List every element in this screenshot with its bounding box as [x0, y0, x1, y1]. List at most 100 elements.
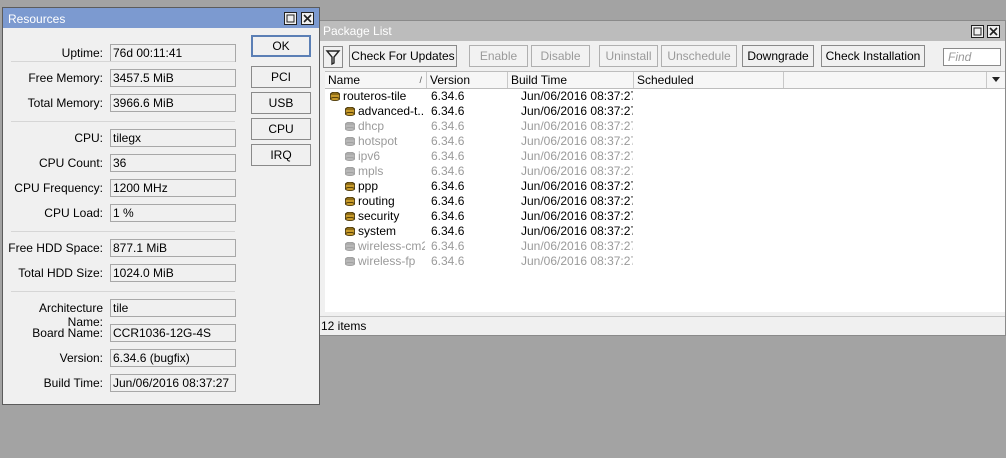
cell-name: wireless-cm2	[345, 239, 425, 254]
field-value[interactable]: 6.34.6 (bugfix)	[110, 349, 236, 367]
table-row[interactable]: system 6.34.6 Jun/06/2016 08:37:27	[325, 224, 1005, 239]
cell-build-time: Jun/06/2016 08:37:27	[521, 209, 633, 223]
close-icon[interactable]	[987, 25, 1000, 38]
cell-version: 6.34.6	[431, 239, 465, 253]
table-row[interactable]: advanced-t... 6.34.6 Jun/06/2016 08:37:27	[325, 104, 1005, 119]
table-row[interactable]: routeros-tile 6.34.6 Jun/06/2016 08:37:27	[325, 89, 1005, 104]
usb-button[interactable]: USB	[251, 92, 311, 114]
column-header-empty	[784, 72, 987, 88]
field-label: Board Name:	[32, 326, 103, 340]
check-for-updates-button[interactable]: Check For Updates	[349, 45, 457, 67]
downgrade-button[interactable]: Downgrade	[742, 45, 814, 67]
resources-titlebar[interactable]: Resources	[3, 8, 319, 28]
package-name: ppp	[358, 179, 379, 193]
package-icon	[345, 182, 355, 191]
field-label: Total HDD Size:	[18, 266, 103, 280]
package-name: system	[358, 224, 397, 238]
field-label: Total Memory:	[27, 96, 103, 110]
field-value[interactable]: 1024.0 MiB	[110, 264, 236, 282]
restore-icon[interactable]	[971, 25, 984, 38]
field-value[interactable]: 1 %	[110, 204, 236, 222]
cell-name: mpls	[345, 164, 425, 179]
field-label: Free HDD Space:	[8, 241, 103, 255]
divider	[11, 61, 235, 62]
cpu-button[interactable]: CPU	[251, 118, 311, 140]
table-row[interactable]: dhcp 6.34.6 Jun/06/2016 08:37:27	[325, 119, 1005, 134]
enable-button[interactable]: Enable	[469, 45, 528, 67]
resources-window: Resources Uptime: 76d 00:11:41 Free Memory…	[2, 7, 320, 405]
cell-build-time: Jun/06/2016 08:37:27	[521, 254, 633, 268]
table-row[interactable]: wireless-fp 6.34.6 Jun/06/2016 08:37:27	[325, 254, 1005, 269]
column-label: Name	[328, 73, 361, 87]
field-value[interactable]: 1200 MHz	[110, 179, 236, 197]
package-icon	[345, 167, 355, 176]
field-label: Architecture Name:	[38, 301, 103, 329]
chevron-down-icon	[992, 77, 1000, 82]
package-name: advanced-t...	[358, 104, 425, 118]
uninstall-button[interactable]: Uninstall	[599, 45, 658, 67]
package-name: security	[358, 209, 400, 223]
cell-version: 6.34.6	[431, 224, 465, 238]
irq-button[interactable]: IRQ	[251, 144, 311, 166]
cell-version: 6.34.6	[431, 149, 465, 163]
field-value[interactable]: 36	[110, 154, 236, 172]
ok-button[interactable]: OK	[251, 35, 311, 57]
package-table: Name / Version Build Time Scheduled rout…	[325, 71, 1005, 312]
cell-build-time: Jun/06/2016 08:37:27	[521, 134, 633, 148]
field-label: CPU Load:	[44, 206, 103, 220]
column-header-version[interactable]: Version	[427, 72, 508, 88]
columns-dropdown[interactable]	[987, 72, 1005, 88]
field-label: CPU Count:	[38, 156, 103, 170]
column-header-name[interactable]: Name /	[325, 72, 427, 88]
cell-version: 6.34.6	[431, 89, 465, 103]
cell-name: system	[345, 224, 425, 239]
restore-icon[interactable]	[284, 12, 297, 25]
cell-name: routeros-tile	[330, 89, 425, 104]
table-row[interactable]: ipv6 6.34.6 Jun/06/2016 08:37:27	[325, 149, 1005, 164]
find-input[interactable]: Find	[943, 48, 1001, 66]
unschedule-button[interactable]: Unschedule	[661, 45, 737, 67]
cell-build-time: Jun/06/2016 08:37:27	[521, 194, 633, 208]
window-title: Package List	[323, 24, 392, 38]
field-value[interactable]: tile	[110, 299, 236, 317]
window-title: Resources	[8, 12, 66, 26]
field-value[interactable]: CCR1036-12G-4S	[110, 324, 236, 342]
table-row[interactable]: security 6.34.6 Jun/06/2016 08:37:27	[325, 209, 1005, 224]
field-value[interactable]: 877.1 MiB	[110, 239, 236, 257]
table-row[interactable]: mpls 6.34.6 Jun/06/2016 08:37:27	[325, 164, 1005, 179]
item-count: 12 items	[321, 319, 367, 333]
package-icon	[345, 227, 355, 236]
package-name: routeros-tile	[343, 89, 407, 103]
field-value[interactable]: 76d 00:11:41	[110, 44, 236, 62]
field-label: CPU Frequency:	[14, 181, 103, 195]
cell-name: security	[345, 209, 425, 224]
cell-version: 6.34.6	[431, 104, 465, 118]
package-list-titlebar[interactable]: Package List	[319, 21, 1005, 41]
cell-name: ppp	[345, 179, 425, 194]
package-list-window: Package List Check For Updates Enable Di…	[318, 20, 1006, 336]
table-row[interactable]: routing 6.34.6 Jun/06/2016 08:37:27	[325, 194, 1005, 209]
column-header-scheduled[interactable]: Scheduled	[634, 72, 784, 88]
check-installation-button[interactable]: Check Installation	[821, 45, 925, 67]
table-row[interactable]: hotspot 6.34.6 Jun/06/2016 08:37:27	[325, 134, 1005, 149]
sort-indicator-icon: /	[419, 75, 422, 85]
package-icon	[345, 212, 355, 221]
filter-button[interactable]	[323, 46, 343, 68]
field-label: CPU:	[74, 131, 103, 145]
package-icon	[345, 107, 355, 116]
column-header-build-time[interactable]: Build Time	[508, 72, 634, 88]
field-value[interactable]: Jun/06/2016 08:37:27	[110, 374, 236, 392]
table-row[interactable]: ppp 6.34.6 Jun/06/2016 08:37:27	[325, 179, 1005, 194]
package-toolbar: Check For Updates Enable Disable Uninsta…	[319, 42, 1005, 70]
close-icon[interactable]	[301, 12, 314, 25]
field-value[interactable]: 3457.5 MiB	[110, 69, 236, 87]
field-value[interactable]: tilegx	[110, 129, 236, 147]
field-label: Uptime:	[61, 46, 103, 60]
cell-version: 6.34.6	[431, 194, 465, 208]
field-value[interactable]: 3966.6 MiB	[110, 94, 236, 112]
cell-version: 6.34.6	[431, 164, 465, 178]
divider	[11, 121, 235, 122]
disable-button[interactable]: Disable	[531, 45, 590, 67]
table-row[interactable]: wireless-cm2 6.34.6 Jun/06/2016 08:37:27	[325, 239, 1005, 254]
pci-button[interactable]: PCI	[251, 66, 311, 88]
